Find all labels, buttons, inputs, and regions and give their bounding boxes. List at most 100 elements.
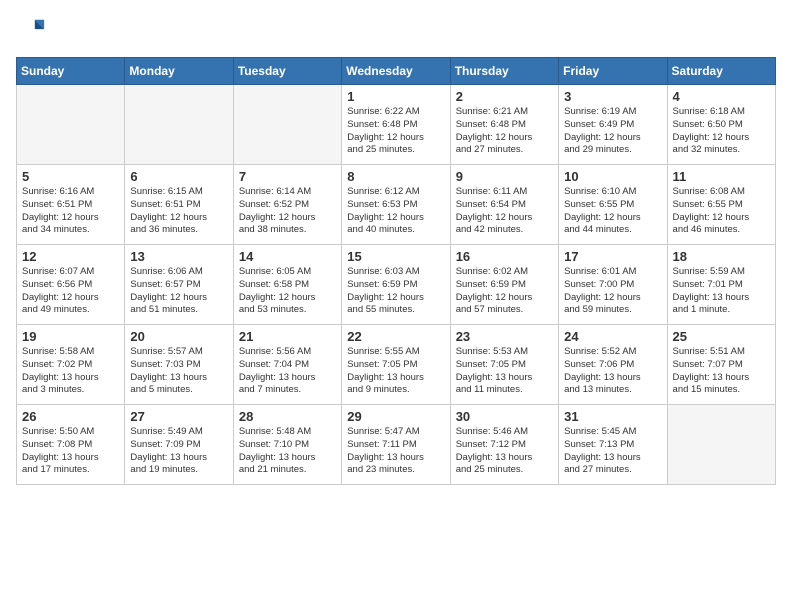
day-of-week-header: Monday: [125, 58, 233, 85]
calendar-day-cell: 15Sunrise: 6:03 AM Sunset: 6:59 PM Dayli…: [342, 245, 450, 325]
day-info: Sunrise: 5:46 AM Sunset: 7:12 PM Dayligh…: [456, 426, 553, 477]
calendar-day-cell: 28 Sunrise: 5:48 AM Sunset: 7:10 PM Dayli…: [233, 405, 341, 485]
day-info: Sunrise: 6:10 AM Sunset: 6:55 PM Dayligh…: [564, 186, 661, 237]
calendar-day-cell: [17, 85, 125, 165]
calendar-body: 1 Sunrise: 6:22 AM Sunset: 6:48 PM Daylig…: [17, 85, 776, 485]
day-number: 13: [130, 249, 227, 264]
logo-icon: [18, 16, 46, 44]
day-info: Sunrise: 6:12 AM Sunset: 6:53 PM Dayligh…: [347, 186, 444, 237]
calendar-day-cell: 29 Sunrise: 5:47 AM Sunset: 7:11 PM Dayli…: [342, 405, 450, 485]
calendar-day-cell: 18 Sunrise: 5:59 AM Sunset: 7:01 PM Dayli…: [667, 245, 775, 325]
calendar-day-cell: 11Sunrise: 6:08 AM Sunset: 6:55 PM Dayli…: [667, 165, 775, 245]
day-number: 22: [347, 329, 444, 344]
calendar-day-cell: 10 Sunrise: 6:10 AM Sunset: 6:55 PM Dayli…: [559, 165, 667, 245]
calendar-day-cell: 5Sunrise: 6:16 AM Sunset: 6:51 PM Daylig…: [17, 165, 125, 245]
day-number: 29: [347, 409, 444, 424]
day-info: Sunrise: 6:15 AM Sunset: 6:51 PM Dayligh…: [130, 186, 227, 237]
calendar-day-cell: 23 Sunrise: 5:53 AM Sunset: 7:05 PM Dayli…: [450, 325, 558, 405]
calendar-day-cell: 22 Sunrise: 5:55 AM Sunset: 7:05 PM Dayli…: [342, 325, 450, 405]
calendar-day-cell: 31Sunrise: 5:45 AM Sunset: 7:13 PM Dayli…: [559, 405, 667, 485]
calendar-day-cell: 16 Sunrise: 6:02 AM Sunset: 6:59 PM Dayli…: [450, 245, 558, 325]
day-number: 18: [673, 249, 770, 264]
day-info: Sunrise: 5:48 AM Sunset: 7:10 PM Dayligh…: [239, 426, 336, 477]
calendar-day-cell: 27 Sunrise: 5:49 AM Sunset: 7:09 PM Dayli…: [125, 405, 233, 485]
calendar-day-cell: 14 Sunrise: 6:05 AM Sunset: 6:58 PM Dayli…: [233, 245, 341, 325]
calendar-day-cell: 12 Sunrise: 6:07 AM Sunset: 6:56 PM Dayli…: [17, 245, 125, 325]
day-number: 27: [130, 409, 227, 424]
days-of-week-row: SundayMondayTuesdayWednesdayThursdayFrid…: [17, 58, 776, 85]
day-number: 24: [564, 329, 661, 344]
day-number: 6: [130, 169, 227, 184]
day-info: Sunrise: 6:01 AM Sunset: 7:00 PM Dayligh…: [564, 266, 661, 317]
calendar-day-cell: 3 Sunrise: 6:19 AM Sunset: 6:49 PM Daylig…: [559, 85, 667, 165]
day-info: Sunrise: 5:50 AM Sunset: 7:08 PM Dayligh…: [22, 426, 119, 477]
day-number: 19: [22, 329, 119, 344]
day-number: 11: [673, 169, 770, 184]
calendar-day-cell: 30 Sunrise: 5:46 AM Sunset: 7:12 PM Dayli…: [450, 405, 558, 485]
day-info: Sunrise: 5:53 AM Sunset: 7:05 PM Dayligh…: [456, 346, 553, 397]
day-info: Sunrise: 5:59 AM Sunset: 7:01 PM Dayligh…: [673, 266, 770, 317]
day-number: 8: [347, 169, 444, 184]
day-info: Sunrise: 5:57 AM Sunset: 7:03 PM Dayligh…: [130, 346, 227, 397]
day-info: Sunrise: 5:49 AM Sunset: 7:09 PM Dayligh…: [130, 426, 227, 477]
day-number: 12: [22, 249, 119, 264]
calendar-week-row: 5Sunrise: 6:16 AM Sunset: 6:51 PM Daylig…: [17, 165, 776, 245]
day-number: 23: [456, 329, 553, 344]
calendar-day-cell: 20Sunrise: 5:57 AM Sunset: 7:03 PM Dayli…: [125, 325, 233, 405]
day-info: Sunrise: 6:14 AM Sunset: 6:52 PM Dayligh…: [239, 186, 336, 237]
day-of-week-header: Wednesday: [342, 58, 450, 85]
calendar-week-row: 12 Sunrise: 6:07 AM Sunset: 6:56 PM Dayli…: [17, 245, 776, 325]
calendar-day-cell: [667, 405, 775, 485]
day-number: 17: [564, 249, 661, 264]
day-info: Sunrise: 6:11 AM Sunset: 6:54 PM Dayligh…: [456, 186, 553, 237]
day-info: Sunrise: 6:19 AM Sunset: 6:49 PM Dayligh…: [564, 106, 661, 157]
day-info: Sunrise: 6:21 AM Sunset: 6:48 PM Dayligh…: [456, 106, 553, 157]
day-info: Sunrise: 5:58 AM Sunset: 7:02 PM Dayligh…: [22, 346, 119, 397]
calendar-week-row: 19 Sunrise: 5:58 AM Sunset: 7:02 PM Dayli…: [17, 325, 776, 405]
day-info: Sunrise: 6:02 AM Sunset: 6:59 PM Dayligh…: [456, 266, 553, 317]
day-info: Sunrise: 6:07 AM Sunset: 6:56 PM Dayligh…: [22, 266, 119, 317]
day-of-week-header: Thursday: [450, 58, 558, 85]
day-number: 7: [239, 169, 336, 184]
calendar-week-row: 1 Sunrise: 6:22 AM Sunset: 6:48 PM Daylig…: [17, 85, 776, 165]
day-info: Sunrise: 6:05 AM Sunset: 6:58 PM Dayligh…: [239, 266, 336, 317]
calendar-day-cell: 24 Sunrise: 5:52 AM Sunset: 7:06 PM Dayli…: [559, 325, 667, 405]
day-number: 3: [564, 89, 661, 104]
day-number: 25: [673, 329, 770, 344]
day-of-week-header: Saturday: [667, 58, 775, 85]
day-info: Sunrise: 6:06 AM Sunset: 6:57 PM Dayligh…: [130, 266, 227, 317]
calendar-day-cell: 8 Sunrise: 6:12 AM Sunset: 6:53 PM Daylig…: [342, 165, 450, 245]
logo: [16, 16, 46, 49]
calendar-week-row: 26 Sunrise: 5:50 AM Sunset: 7:08 PM Dayli…: [17, 405, 776, 485]
day-info: Sunrise: 5:47 AM Sunset: 7:11 PM Dayligh…: [347, 426, 444, 477]
day-number: 10: [564, 169, 661, 184]
day-info: Sunrise: 5:55 AM Sunset: 7:05 PM Dayligh…: [347, 346, 444, 397]
day-number: 9: [456, 169, 553, 184]
day-info: Sunrise: 6:03 AM Sunset: 6:59 PM Dayligh…: [347, 266, 444, 317]
day-number: 4: [673, 89, 770, 104]
calendar-day-cell: 25 Sunrise: 5:51 AM Sunset: 7:07 PM Dayli…: [667, 325, 775, 405]
day-number: 1: [347, 89, 444, 104]
day-number: 30: [456, 409, 553, 424]
day-info: Sunrise: 5:52 AM Sunset: 7:06 PM Dayligh…: [564, 346, 661, 397]
day-number: 2: [456, 89, 553, 104]
day-number: 16: [456, 249, 553, 264]
calendar-table: SundayMondayTuesdayWednesdayThursdayFrid…: [16, 57, 776, 485]
day-of-week-header: Friday: [559, 58, 667, 85]
calendar-day-cell: [233, 85, 341, 165]
day-number: 14: [239, 249, 336, 264]
day-info: Sunrise: 6:18 AM Sunset: 6:50 PM Dayligh…: [673, 106, 770, 157]
day-of-week-header: Sunday: [17, 58, 125, 85]
day-info: Sunrise: 6:22 AM Sunset: 6:48 PM Dayligh…: [347, 106, 444, 157]
calendar-day-cell: 9 Sunrise: 6:11 AM Sunset: 6:54 PM Daylig…: [450, 165, 558, 245]
calendar-day-cell: [125, 85, 233, 165]
calendar-day-cell: 19 Sunrise: 5:58 AM Sunset: 7:02 PM Dayli…: [17, 325, 125, 405]
day-info: Sunrise: 5:51 AM Sunset: 7:07 PM Dayligh…: [673, 346, 770, 397]
calendar-day-cell: 6 Sunrise: 6:15 AM Sunset: 6:51 PM Daylig…: [125, 165, 233, 245]
day-of-week-header: Tuesday: [233, 58, 341, 85]
calendar-day-cell: 17 Sunrise: 6:01 AM Sunset: 7:00 PM Dayli…: [559, 245, 667, 325]
day-number: 26: [22, 409, 119, 424]
day-number: 28: [239, 409, 336, 424]
day-number: 31: [564, 409, 661, 424]
day-number: 5: [22, 169, 119, 184]
